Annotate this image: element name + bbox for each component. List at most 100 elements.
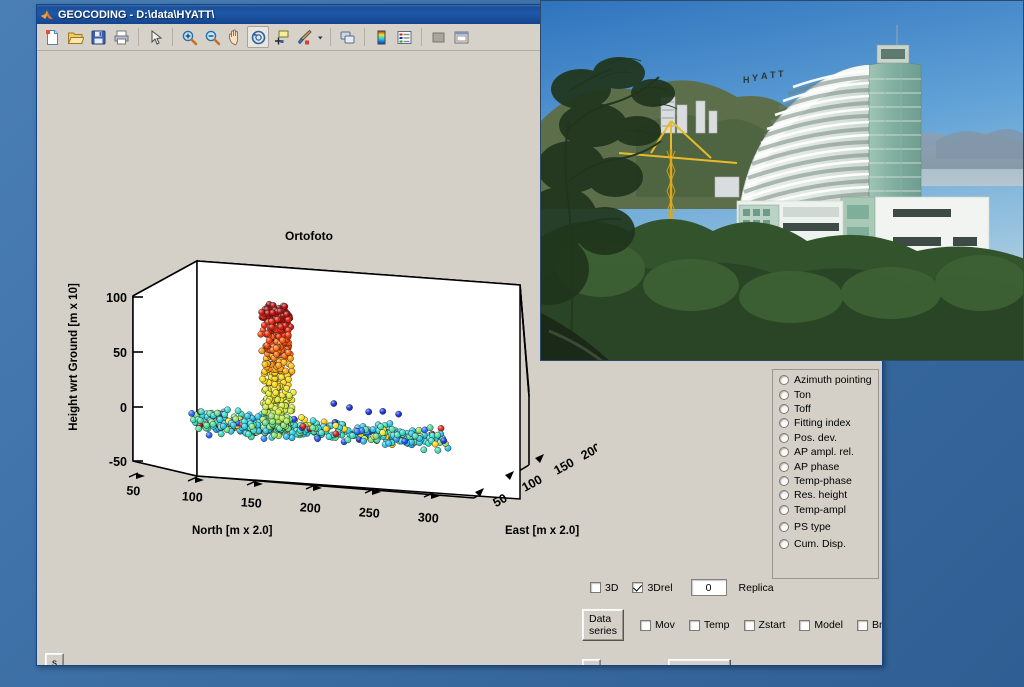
colorbar-row: s r [mm/year] -2 -1 0 1 2 3 bbox=[37, 651, 537, 665]
radio-fitting-index[interactable]: Fitting index bbox=[779, 416, 878, 430]
radio-dot-icon bbox=[779, 504, 789, 515]
saturate-label: Saturate bbox=[606, 659, 646, 666]
checkbox-bndc[interactable] bbox=[856, 619, 868, 631]
radio-dot-icon bbox=[779, 447, 789, 458]
rotate-3d-icon[interactable] bbox=[247, 26, 269, 48]
toolbar-separator bbox=[172, 28, 173, 46]
plot-title: Ortofoto bbox=[285, 229, 333, 243]
checkbox-3drel[interactable] bbox=[632, 582, 644, 593]
svg-text:0: 0 bbox=[120, 401, 127, 415]
hyatt-hotel-photo[interactable]: HY ATT bbox=[540, 0, 1024, 361]
svg-text:50: 50 bbox=[113, 346, 127, 360]
radio-azimuth-pointing[interactable]: Azimuth pointing bbox=[779, 373, 878, 387]
label-mov: Mov bbox=[655, 619, 675, 631]
radio-ap-phase[interactable]: AP phase bbox=[779, 459, 878, 473]
radio-label: AP ampl. rel. bbox=[794, 446, 854, 459]
print-figure-icon[interactable] bbox=[110, 26, 132, 48]
hide-plot-tools-icon[interactable] bbox=[427, 26, 449, 48]
zoom-out-icon[interactable] bbox=[201, 26, 223, 48]
radio-dot-icon bbox=[779, 375, 789, 386]
scatter3d-svg: 100 50 0 -50 50 100 150 200 250 300 50 1… bbox=[106, 259, 604, 526]
radio-label: Temp-ampl bbox=[794, 503, 846, 516]
radio-dot-icon bbox=[779, 461, 789, 472]
y-axis-label: Height wrt Ground [m x 10] bbox=[68, 283, 80, 431]
saturate-reset-row: s r Saturate Reset OK bbox=[582, 659, 731, 665]
label-bndc: Bn/DC bbox=[871, 619, 882, 631]
toolbar-separator bbox=[330, 28, 331, 46]
replica-input[interactable]: 0 bbox=[690, 579, 727, 596]
legend-icon[interactable] bbox=[393, 26, 415, 48]
radio-label: Temp-phase bbox=[794, 474, 852, 487]
colorbar-sr-buttons: s r bbox=[45, 653, 64, 665]
radio-dot-icon bbox=[779, 418, 789, 429]
parameter-radio-group: Azimuth pointing Ton Toff Fitting index bbox=[772, 369, 879, 579]
show-plot-tools-icon[interactable] bbox=[450, 26, 472, 48]
3d-options-row: 3D 3Drel 0 Replica bbox=[590, 579, 774, 596]
data-cursor-icon[interactable] bbox=[270, 26, 292, 48]
radio-label: PS type bbox=[794, 521, 831, 534]
toolbar-separator bbox=[364, 28, 365, 46]
link-plot-icon[interactable] bbox=[336, 26, 358, 48]
label-temp: Temp bbox=[703, 619, 730, 631]
radio-ap-ampl-rel[interactable]: AP ampl. rel. bbox=[779, 445, 878, 459]
colorbar-saturate-button[interactable]: s bbox=[45, 653, 64, 665]
radio-dot-icon bbox=[779, 539, 789, 550]
radio-label: Toff bbox=[794, 402, 811, 415]
radio-res-height[interactable]: Res. height bbox=[779, 488, 878, 502]
radio-dot-icon bbox=[779, 490, 789, 501]
checkbox-mov[interactable] bbox=[640, 619, 651, 631]
svg-text:T: T bbox=[770, 70, 776, 80]
colorbar-icon[interactable] bbox=[370, 26, 392, 48]
open-file-icon[interactable] bbox=[64, 26, 86, 48]
matlab-logo-icon bbox=[40, 9, 54, 19]
brush-icon[interactable] bbox=[293, 26, 315, 48]
label-zstart: Zstart bbox=[758, 619, 786, 631]
radio-label: Cum. Disp. bbox=[794, 538, 846, 551]
saturate-button[interactable]: s bbox=[582, 659, 601, 665]
desktop-background: GEOCODING - D:\data\HYATT\ 100 50 0 -50 … bbox=[0, 0, 1024, 687]
radio-pos-dev[interactable]: Pos. dev. bbox=[779, 431, 878, 445]
svg-text:100: 100 bbox=[520, 472, 545, 494]
label-3drel: 3Drel bbox=[647, 581, 673, 594]
checkbox-temp[interactable] bbox=[688, 619, 700, 631]
svg-text:A: A bbox=[761, 71, 768, 81]
scatter3d-plot[interactable]: 100 50 0 -50 50 100 150 200 250 300 50 1… bbox=[37, 51, 604, 551]
new-figure-icon[interactable] bbox=[41, 26, 63, 48]
radio-ton[interactable]: Ton bbox=[779, 387, 878, 401]
radio-temp-ampl[interactable]: Temp-ampl bbox=[779, 503, 878, 517]
save-figure-icon[interactable] bbox=[87, 26, 109, 48]
data-series-button[interactable]: Data series bbox=[582, 609, 624, 641]
radio-cum-disp[interactable]: Cum. Disp. bbox=[779, 537, 878, 551]
checkbox-zstart[interactable] bbox=[743, 619, 755, 631]
radio-dot-icon bbox=[779, 403, 789, 414]
replica-label: Replica bbox=[738, 581, 774, 594]
radio-dot-icon bbox=[779, 475, 789, 486]
radio-temp-phase[interactable]: Temp-phase bbox=[779, 474, 878, 488]
control-panel: Azimuth pointing Ton Toff Fitting index bbox=[542, 369, 882, 665]
pan-hand-icon[interactable] bbox=[224, 26, 246, 48]
radio-dot-icon bbox=[779, 432, 789, 443]
radio-dot-icon bbox=[779, 522, 789, 533]
radio-label: Res. height bbox=[794, 489, 848, 502]
checkbox-model[interactable] bbox=[799, 619, 811, 631]
radio-dot-icon bbox=[779, 389, 789, 400]
radio-ps-type[interactable]: PS type bbox=[779, 520, 878, 534]
photo-svg: HY ATT bbox=[541, 1, 1023, 360]
checkbox-3d[interactable] bbox=[590, 582, 601, 593]
radio-label: AP phase bbox=[794, 460, 840, 473]
svg-text:250: 250 bbox=[358, 505, 380, 520]
ok-button[interactable]: OK bbox=[667, 659, 731, 665]
saturate-reset-labels: Saturate Reset bbox=[606, 659, 646, 666]
toolbar-separator bbox=[138, 28, 139, 46]
window-title-text: GEOCODING - D:\data\HYATT\ bbox=[58, 8, 215, 21]
svg-text:100: 100 bbox=[181, 489, 203, 504]
brush-dropdown-icon[interactable] bbox=[316, 34, 325, 41]
saturate-reset-buttons: s r bbox=[582, 659, 601, 665]
zoom-in-icon[interactable] bbox=[178, 26, 200, 48]
svg-text:H: H bbox=[743, 75, 750, 85]
radio-label: Azimuth pointing bbox=[794, 374, 872, 387]
edit-plot-arrow-icon[interactable] bbox=[144, 26, 166, 48]
label-model: Model bbox=[814, 619, 843, 631]
radio-toff[interactable]: Toff bbox=[779, 402, 878, 416]
radio-label: Fitting index bbox=[794, 417, 851, 430]
